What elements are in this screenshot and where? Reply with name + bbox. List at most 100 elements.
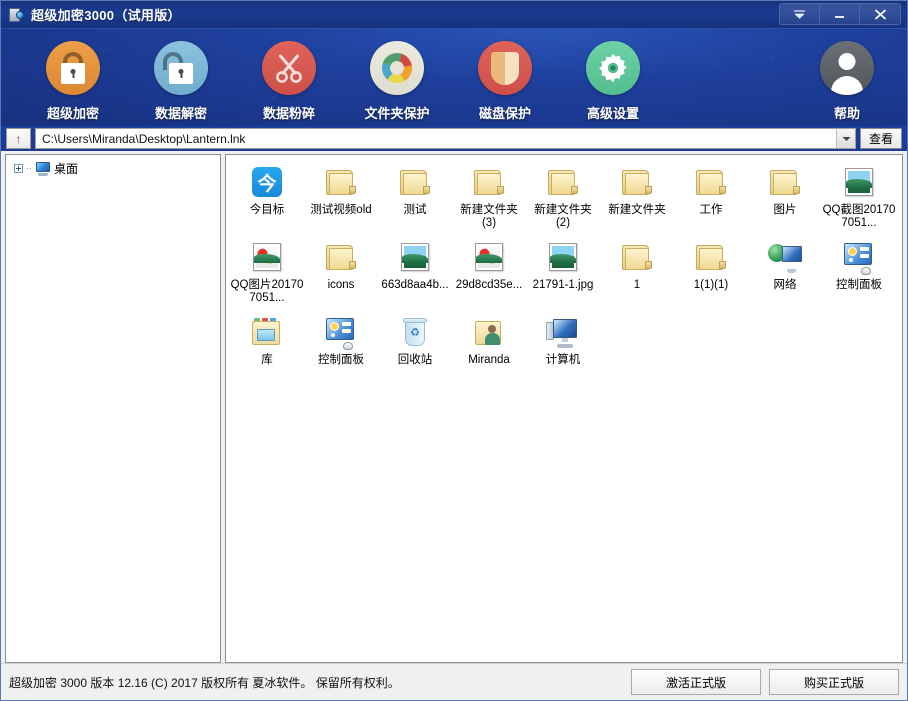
file-item[interactable]: 新建文件夹 (3) <box>452 161 526 236</box>
file-item[interactable]: 今今目标 <box>230 161 304 236</box>
image-landscape-icon <box>397 240 433 276</box>
toolbar-item-shred[interactable]: 数据粉碎 <box>235 41 343 122</box>
file-item[interactable]: 工作 <box>674 161 748 236</box>
purchase-button[interactable]: 购买正式版 <box>769 669 899 695</box>
file-item-label: QQ图片201707051... <box>230 279 304 305</box>
window-controls <box>779 3 901 25</box>
toolbar-item-help[interactable]: 帮助 <box>793 41 901 122</box>
folder-icon <box>693 165 729 201</box>
file-item-label: icons <box>304 279 378 292</box>
toolbar-item-folder-protect[interactable]: 文件夹保护 <box>343 41 451 122</box>
recycle-bin-icon: ♻ <box>397 315 433 351</box>
file-item-label: 1(1)(1) <box>674 279 748 292</box>
scissors-icon <box>262 41 316 95</box>
today-app-icon: 今 <box>249 165 285 201</box>
file-item-label: Miranda <box>452 354 526 367</box>
file-item-label: 计算机 <box>526 354 600 367</box>
file-item[interactable]: QQ截图201707051... <box>822 161 896 236</box>
close-icon[interactable] <box>860 4 900 24</box>
tree-item-label: 桌面 <box>54 160 78 177</box>
desktop-monitor-icon <box>35 162 51 176</box>
app-window: 超级加密3000（试用版） 超级加密 数据解密 <box>0 0 908 701</box>
toolbar-item-decrypt[interactable]: 数据解密 <box>127 41 235 122</box>
file-item-label: 1 <box>600 279 674 292</box>
file-list-panel[interactable]: 今今目标测试视频old测试新建文件夹 (3)新建文件夹 (2)新建文件夹工作图片… <box>225 154 903 663</box>
tree-item-desktop[interactable]: ·· 桌面 <box>6 159 220 178</box>
file-item[interactable]: 测试 <box>378 161 452 236</box>
folder-icon <box>767 165 803 201</box>
file-item[interactable]: 网络 <box>748 236 822 311</box>
toolbar-label-shred: 数据粉碎 <box>263 103 315 122</box>
file-item[interactable]: 29d8cd35e... <box>452 236 526 311</box>
file-item[interactable]: 计算机 <box>526 311 600 373</box>
user-avatar-icon <box>820 41 874 95</box>
user-folder-icon <box>471 315 507 351</box>
folder-icon <box>397 165 433 201</box>
file-item[interactable]: 图片 <box>748 161 822 236</box>
shield-icon <box>478 41 532 95</box>
file-item[interactable]: 测试视频old <box>304 161 378 236</box>
toolbar-item-settings[interactable]: 高级设置 <box>559 41 667 122</box>
chevron-down-icon[interactable] <box>780 4 820 24</box>
address-path-text: C:\Users\Miranda\Desktop\Lantern.lnk <box>42 132 245 146</box>
file-item[interactable]: 663d8aa4b... <box>378 236 452 311</box>
file-item-label: 新建文件夹 (3) <box>452 204 526 230</box>
file-item[interactable]: 库 <box>230 311 304 373</box>
control-panel-icon <box>323 315 359 351</box>
toolbar-label-encrypt: 超级加密 <box>47 103 99 122</box>
file-item[interactable]: 1 <box>600 236 674 311</box>
view-button[interactable]: 查看 <box>860 128 902 149</box>
file-item[interactable]: 新建文件夹 <box>600 161 674 236</box>
content-area: ·· 桌面 今今目标测试视频old测试新建文件夹 (3)新建文件夹 (2)新建文… <box>1 151 907 663</box>
file-item[interactable]: Miranda <box>452 311 526 373</box>
toolbar-label-disk-protect: 磁盘保护 <box>479 103 531 122</box>
file-item-label: 网络 <box>748 279 822 292</box>
file-item-label: 回收站 <box>378 354 452 367</box>
control-panel-icon <box>841 240 877 276</box>
expand-plus-icon[interactable] <box>14 164 23 173</box>
file-item[interactable]: 新建文件夹 (2) <box>526 161 600 236</box>
image-landscape-icon <box>545 240 581 276</box>
address-bar: ↑ C:\Users\Miranda\Desktop\Lantern.lnk 查… <box>1 126 907 151</box>
activate-button[interactable]: 激活正式版 <box>631 669 761 695</box>
file-item-label: 今目标 <box>230 204 304 217</box>
image-flower-icon <box>249 240 285 276</box>
safe-icon <box>8 7 24 23</box>
file-item-label: 库 <box>230 354 304 367</box>
image-landscape-icon <box>841 165 877 201</box>
file-item-label: 测试视频old <box>304 204 378 217</box>
file-item[interactable]: icons <box>304 236 378 311</box>
folder-tree-panel[interactable]: ·· 桌面 <box>5 154 221 663</box>
title-bar: 超级加密3000（试用版） <box>1 1 907 29</box>
gear-icon <box>586 41 640 95</box>
toolbar-label-decrypt: 数据解密 <box>155 103 207 122</box>
file-item-label: 663d8aa4b... <box>378 279 452 292</box>
file-item[interactable]: 1(1)(1) <box>674 236 748 311</box>
status-bar: 超级加密 3000 版本 12.16 (C) 2017 版权所有 夏冰软件。 保… <box>1 663 907 700</box>
lock-open-icon <box>154 41 208 95</box>
file-item[interactable]: 21791-1.jpg <box>526 236 600 311</box>
minimize-icon[interactable] <box>820 4 860 24</box>
file-item[interactable]: 控制面板 <box>304 311 378 373</box>
toolbar-item-disk-protect[interactable]: 磁盘保护 <box>451 41 559 122</box>
image-flower-icon <box>471 240 507 276</box>
navigate-up-button[interactable]: ↑ <box>6 128 31 149</box>
file-item[interactable]: QQ图片201707051... <box>230 236 304 311</box>
file-item[interactable]: 控制面板 <box>822 236 896 311</box>
main-toolbar: 超级加密 数据解密 数据粉碎 <box>1 29 907 126</box>
folder-icon <box>471 165 507 201</box>
lock-closed-icon <box>46 41 100 95</box>
toolbar-item-encrypt[interactable]: 超级加密 <box>19 41 127 122</box>
file-item[interactable]: ♻ 回收站 <box>378 311 452 373</box>
toolbar-label-help: 帮助 <box>834 103 860 122</box>
chevron-down-icon[interactable] <box>836 129 855 148</box>
address-input[interactable]: C:\Users\Miranda\Desktop\Lantern.lnk <box>35 128 856 149</box>
network-icon <box>767 240 803 276</box>
folder-icon <box>545 165 581 201</box>
file-item-label: 21791-1.jpg <box>526 279 600 292</box>
computer-icon <box>545 315 581 351</box>
color-ring-icon <box>370 41 424 95</box>
file-item-label: 新建文件夹 <box>600 204 674 217</box>
tree-connector: ·· <box>26 164 32 173</box>
file-item-label: 测试 <box>378 204 452 217</box>
